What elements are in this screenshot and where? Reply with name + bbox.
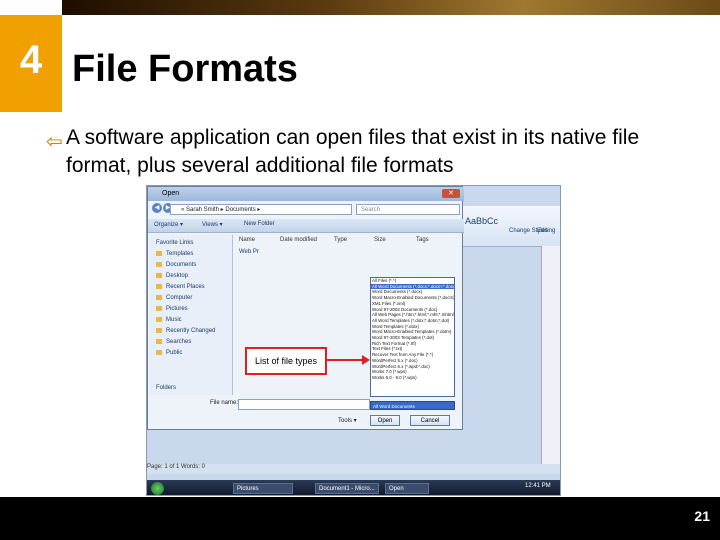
favorite-label: Documents (166, 262, 197, 269)
file-type-option[interactable]: Works 6.0 - 9.0 (*.wps) (371, 375, 454, 381)
word-ribbon: AaBbCc Change Styles Editing (463, 206, 560, 247)
favorite-recent-places[interactable]: Recent Places (156, 284, 205, 290)
cancel-button[interactable]: Cancel (410, 415, 450, 426)
footer-bar (0, 497, 720, 540)
favorite-label: Public (166, 350, 183, 357)
file-name-label: File name: (210, 400, 239, 406)
favorite-computer[interactable]: Computer (156, 295, 192, 301)
taskbar-clock: 12:41 PM (525, 483, 551, 489)
taskbar-item-pictures[interactable]: Pictures (233, 483, 293, 494)
search-icon (156, 339, 162, 344)
folder-icon (156, 306, 162, 311)
open-dialog: Open ✕ ◀ ▶ « Sarah Smith ▸ Documents ▸ S… (147, 186, 464, 430)
favorite-label: Desktop (166, 273, 189, 280)
favorite-label: Computer (166, 295, 193, 302)
word-sidebar (541, 246, 560, 466)
file-item[interactable]: Web Pr (239, 249, 259, 255)
favorite-label: Searches (166, 339, 192, 346)
file-type-select[interactable]: All Word Documents (370, 401, 455, 410)
favorite-label: Music (166, 317, 182, 324)
close-button[interactable]: ✕ (442, 189, 460, 198)
folder-icon (156, 328, 162, 333)
favorite-searches[interactable]: Searches (156, 339, 191, 345)
favorite-label: Pictures (166, 306, 188, 313)
favorite-desktop[interactable]: Desktop (156, 273, 188, 279)
word-status-bar: Page: 1 of 1 Words: 0 (147, 464, 560, 474)
favorite-label: Recently Changed (166, 328, 216, 335)
favorites-pane (150, 235, 233, 395)
favorite-links-header: Favorite Links (156, 240, 194, 246)
back-button[interactable]: ◀ (152, 203, 162, 213)
column-type[interactable]: Type (334, 237, 347, 243)
ribbon-editing[interactable]: Editing (537, 228, 555, 234)
screenshot: AaBbCc Change Styles Editing Page: 1 of … (146, 185, 561, 496)
folder-icon (156, 273, 162, 278)
page-number: 21 (694, 508, 710, 524)
views-button[interactable]: Views ▾ (202, 221, 223, 228)
column-date-modified[interactable]: Date modified (280, 237, 317, 243)
file-type-option[interactable]: Word Macro-Enabled Documents (*.docm) (371, 295, 454, 301)
address-bar[interactable]: « Sarah Smith ▸ Documents ▸ (170, 204, 352, 215)
taskbar-item-open[interactable]: Open (385, 483, 429, 494)
file-type-option[interactable]: All Word Templates (*.dotx;*.dotm;*.dot) (371, 318, 454, 324)
folder-icon (156, 251, 162, 256)
favorite-recently-changed[interactable]: Recently Changed (156, 328, 215, 334)
slide-title: File Formats (72, 48, 298, 90)
dialog-toolbar (148, 219, 464, 233)
column-size[interactable]: Size (374, 237, 386, 243)
favorite-documents[interactable]: Documents (156, 262, 196, 268)
organize-button[interactable]: Organize ▾ (154, 221, 183, 228)
favorite-music[interactable]: Music (156, 317, 182, 323)
callout-box: List of file types (245, 347, 327, 375)
favorite-public[interactable]: Public (156, 350, 182, 356)
tools-button[interactable]: Tools ▾ (338, 417, 357, 424)
folder-icon (156, 350, 162, 355)
computer-icon (156, 295, 162, 300)
callout-arrow-line (327, 359, 367, 361)
file-type-list[interactable]: All Files (*.*) All Word Documents (*.do… (370, 277, 455, 397)
new-folder-button[interactable]: New Folder (244, 221, 275, 227)
taskbar-item-document[interactable]: Document1 - Micro... (315, 483, 379, 494)
start-button[interactable] (151, 482, 164, 495)
top-decoration-bar (62, 0, 720, 15)
bullet-text: A software application can open files th… (66, 126, 640, 177)
search-input[interactable]: Search (356, 204, 460, 215)
folder-icon (156, 284, 162, 289)
favorite-pictures[interactable]: Pictures (156, 306, 188, 312)
favorite-templates[interactable]: Templates (156, 251, 193, 257)
column-name[interactable]: Name (239, 237, 255, 243)
callout-arrow-head (362, 355, 370, 365)
bullet-arrow-icon: ⇦ (46, 131, 63, 153)
folder-icon (156, 262, 162, 267)
ribbon-style-label[interactable]: AaBbCc (465, 216, 498, 226)
file-name-input[interactable] (238, 399, 370, 410)
favorite-label: Recent Places (166, 284, 205, 291)
favorite-label: Templates (166, 251, 194, 258)
folder-icon (156, 317, 162, 322)
open-button[interactable]: Open (370, 415, 400, 426)
chapter-number: 4 (19, 38, 43, 82)
folders-toggle[interactable]: Folders (156, 385, 176, 391)
column-tags[interactable]: Tags (416, 237, 429, 243)
dialog-title: Open (148, 187, 464, 201)
